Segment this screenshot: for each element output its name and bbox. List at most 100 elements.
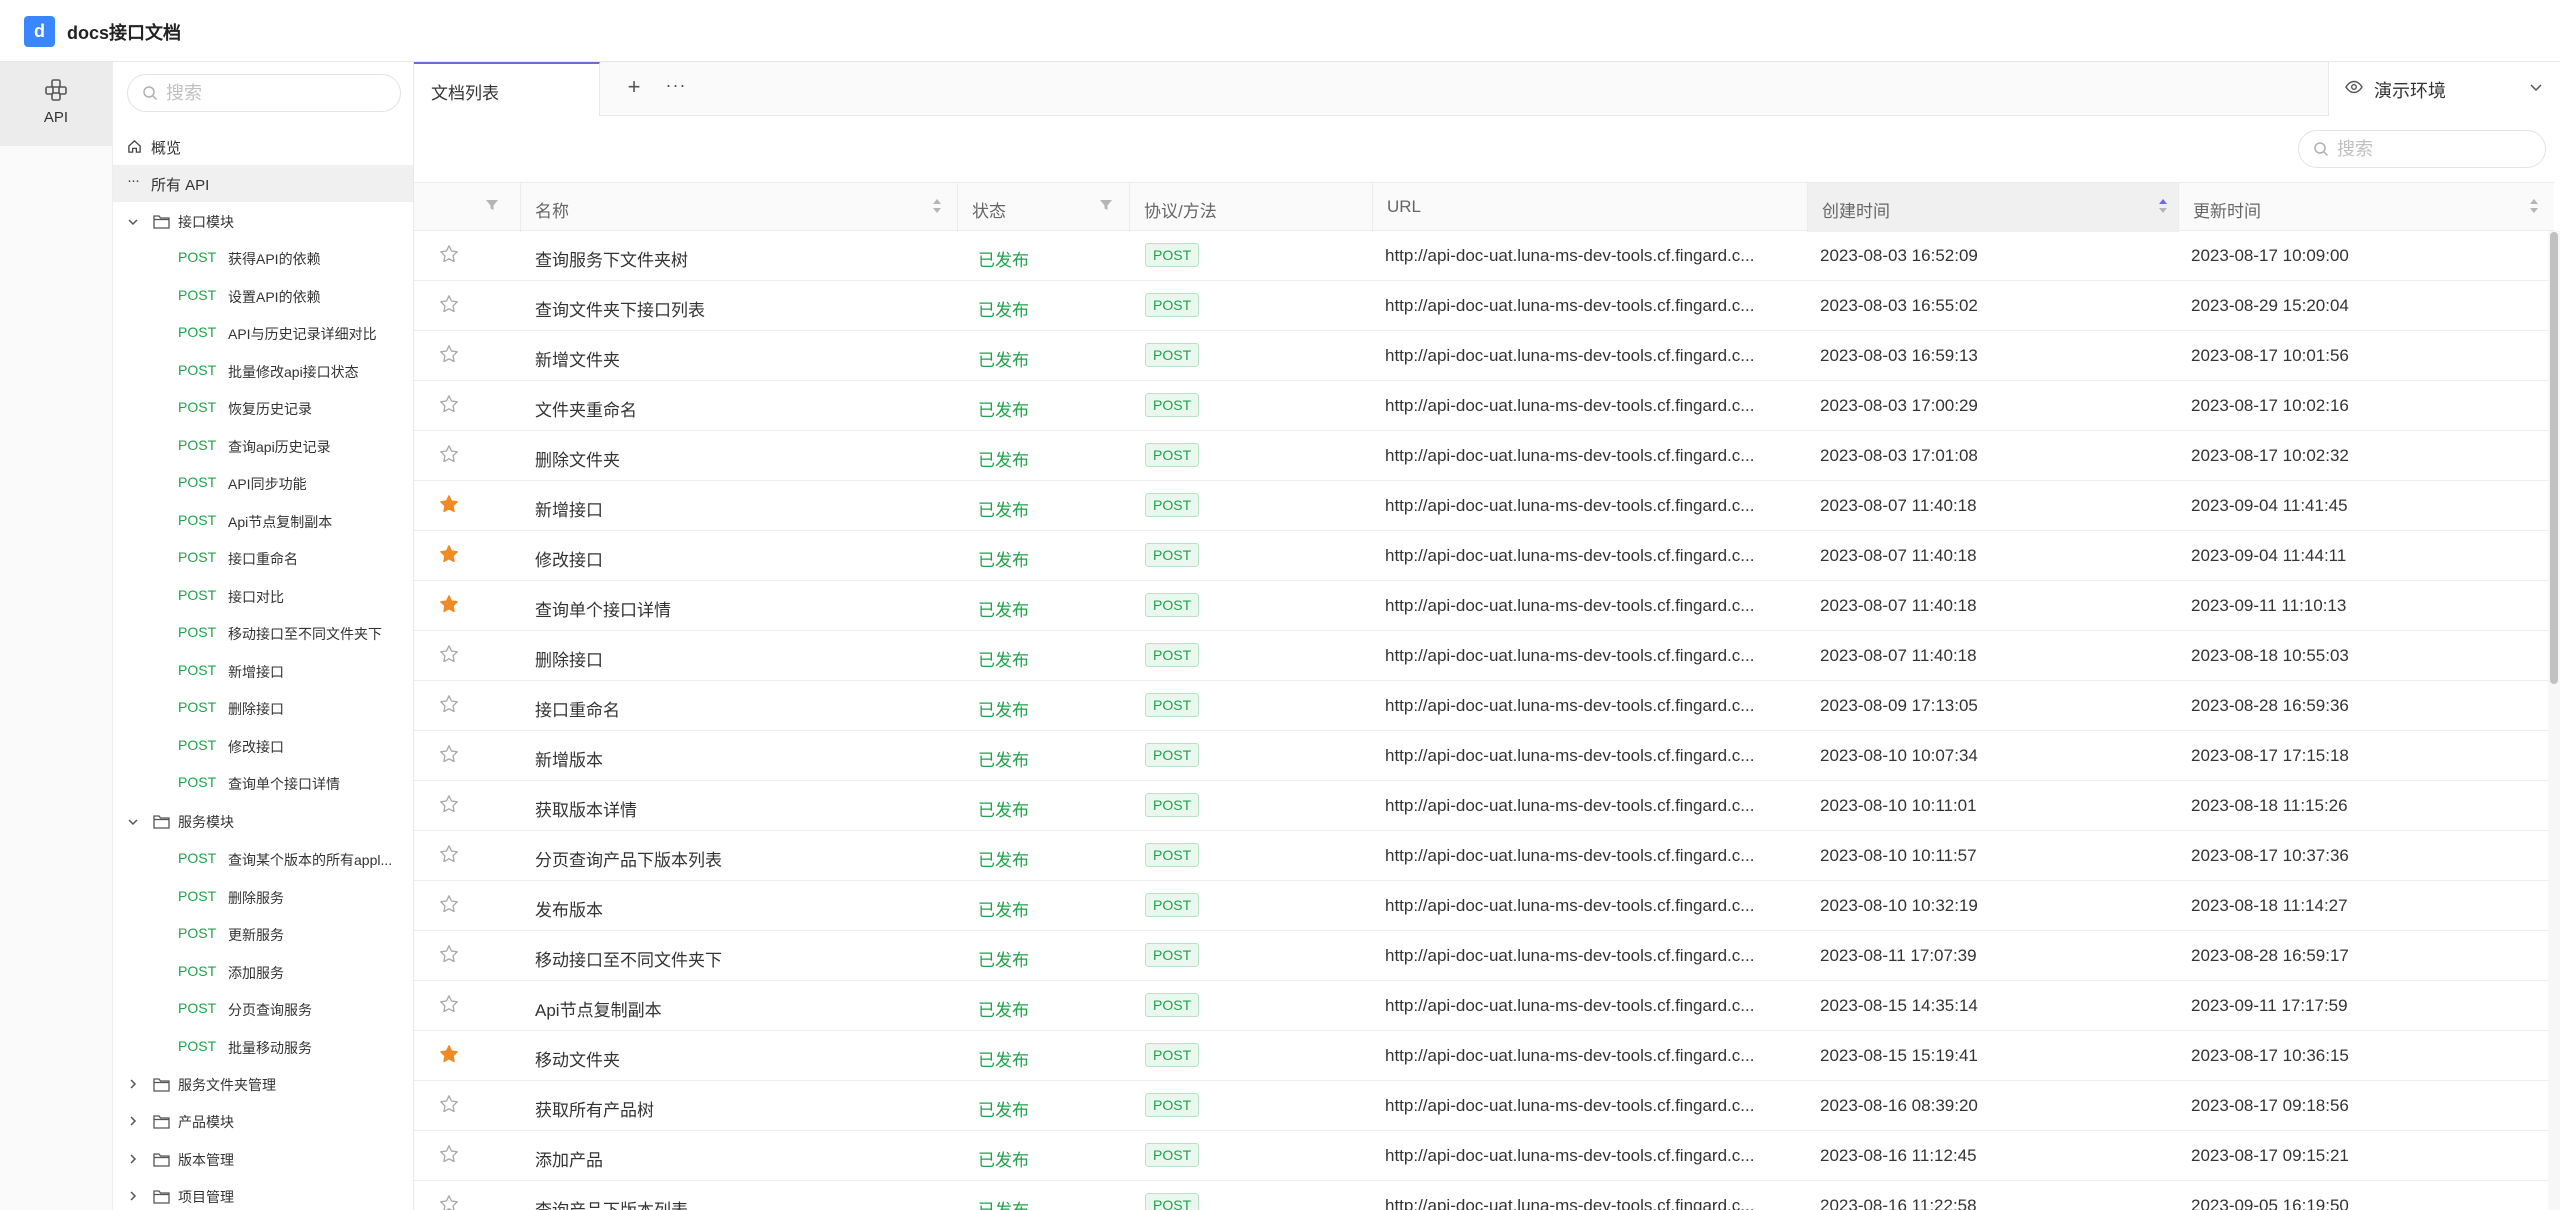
tree-api-item[interactable]: POST 获得API的依赖 <box>113 240 413 277</box>
th-created[interactable]: 创建时间 <box>1807 183 2178 232</box>
sort-icon[interactable] <box>2158 197 2168 215</box>
tree-api-item[interactable]: POST 接口对比 <box>113 578 413 615</box>
table-row[interactable]: 新增接口 已发布 POST http://api-doc-uat.luna-ms-de… <box>414 481 2554 531</box>
tree-folder-service-folder-mgmt[interactable]: 服务文件夹管理 <box>113 1066 413 1103</box>
tree-api-item[interactable]: POST 恢复历史记录 <box>113 390 413 427</box>
content-search-input[interactable] <box>2337 137 2527 161</box>
star-icon[interactable] <box>439 944 459 964</box>
table-row[interactable]: 查询服务下文件夹树 已发布 POST http://api-doc-uat.luna-… <box>414 231 2554 281</box>
cell-url: http://api-doc-uat.luna-ms-dev-tools.cf.… <box>1385 646 1755 665</box>
sort-icon[interactable] <box>932 197 942 215</box>
sidebar-search[interactable] <box>127 74 401 112</box>
table-row[interactable]: 删除文件夹 已发布 POST http://api-doc-uat.luna-ms-d… <box>414 431 2554 481</box>
star-icon[interactable] <box>439 1044 459 1064</box>
chevron-right-icon[interactable] <box>127 1190 139 1202</box>
tree-overview[interactable]: 概览 <box>113 128 413 165</box>
star-icon[interactable] <box>439 1144 459 1164</box>
table-row[interactable]: 新增文件夹 已发布 POST http://api-doc-uat.luna-ms-d… <box>414 331 2554 381</box>
star-icon[interactable] <box>439 644 459 664</box>
table-row[interactable]: 发布版本 已发布 POST http://api-doc-uat.luna-ms-de… <box>414 881 2554 931</box>
tree-folder-interface-module[interactable]: 接口模块 <box>113 203 413 240</box>
cell-method-badge: POST <box>1145 843 1200 867</box>
folder-label: 服务文件夹管理 <box>178 1077 276 1093</box>
filter-icon[interactable] <box>485 198 499 212</box>
table-row[interactable]: 分页查询产品下版本列表 已发布 POST http://api-doc-uat.lun… <box>414 831 2554 881</box>
scrollbar-thumb[interactable] <box>2550 232 2558 684</box>
th-name[interactable]: 名称 <box>520 183 957 232</box>
th-protocol[interactable]: 协议/方法 <box>1129 183 1372 232</box>
tree-folder-version-mgmt[interactable]: 版本管理 <box>113 1141 413 1178</box>
sidebar-search-input[interactable] <box>166 81 386 105</box>
star-icon[interactable] <box>439 394 459 414</box>
tree-all-api[interactable]: ··· 所有 API <box>113 165 413 202</box>
star-icon[interactable] <box>439 344 459 364</box>
tree-api-item[interactable]: POST 移动接口至不同文件夹下 <box>113 615 413 652</box>
tree-api-item[interactable]: POST 删除服务 <box>113 879 413 916</box>
app-logo[interactable]: d <box>24 16 55 47</box>
tree-api-item[interactable]: POST 更新服务 <box>113 916 413 953</box>
table-row[interactable]: 文件夹重命名 已发布 POST http://api-doc-uat.luna-ms-… <box>414 381 2554 431</box>
tree-folder-product-module[interactable]: 产品模块 <box>113 1103 413 1140</box>
star-icon[interactable] <box>439 544 459 564</box>
add-tab-button[interactable]: + <box>619 72 649 102</box>
star-icon[interactable] <box>439 244 459 264</box>
table-row[interactable]: 新增版本 已发布 POST http://api-doc-uat.luna-ms-de… <box>414 731 2554 781</box>
chevron-right-icon[interactable] <box>127 1078 139 1090</box>
tree-api-item[interactable]: POST 新增接口 <box>113 653 413 690</box>
table-row[interactable]: 查询单个接口详情 已发布 POST http://api-doc-uat.luna-m… <box>414 581 2554 631</box>
tree-api-item[interactable]: POST 查询单个接口详情 <box>113 765 413 802</box>
table-row[interactable]: 接口重命名 已发布 POST http://api-doc-uat.luna-ms-d… <box>414 681 2554 731</box>
tab-doc-list[interactable]: 文档列表 <box>414 62 600 116</box>
th-updated[interactable]: 更新时间 <box>2178 183 2554 232</box>
table-row[interactable]: 修改接口 已发布 POST http://api-doc-uat.luna-ms-de… <box>414 531 2554 581</box>
star-icon[interactable] <box>439 1194 459 1210</box>
star-icon[interactable] <box>439 794 459 814</box>
tab-more-button[interactable]: ··· <box>661 72 691 102</box>
star-icon[interactable] <box>439 994 459 1014</box>
rail-item-api[interactable]: API <box>0 62 112 146</box>
star-icon[interactable] <box>439 744 459 764</box>
table-row[interactable]: 查询文件夹下接口列表 已发布 POST http://api-doc-uat.luna… <box>414 281 2554 331</box>
filter-icon[interactable] <box>1099 198 1113 212</box>
table-row[interactable]: 移动文件夹 已发布 POST http://api-doc-uat.luna-ms-d… <box>414 1031 2554 1081</box>
tree-api-item[interactable]: POST Api节点复制副本 <box>113 503 413 540</box>
tree-api-item[interactable]: POST API与历史记录详细对比 <box>113 315 413 352</box>
table-row[interactable]: Api节点复制副本 已发布 POST http://api-doc-uat.luna-… <box>414 981 2554 1031</box>
tree-folder-service-module[interactable]: 服务模块 <box>113 803 413 840</box>
table-row[interactable]: 获取所有产品树 已发布 POST http://api-doc-uat.luna-ms… <box>414 1081 2554 1131</box>
tree-api-item[interactable]: POST 批量移动服务 <box>113 1029 413 1066</box>
content-search[interactable] <box>2298 130 2546 168</box>
th-url[interactable]: URL <box>1372 183 1807 232</box>
chevron-right-icon[interactable] <box>127 1115 139 1127</box>
chevron-down-icon[interactable] <box>127 816 139 828</box>
table-row[interactable]: 获取版本详情 已发布 POST http://api-doc-uat.luna-ms-… <box>414 781 2554 831</box>
table-row[interactable]: 移动接口至不同文件夹下 已发布 POST http://api-doc-uat.lun… <box>414 931 2554 981</box>
tree-folder-project-mgmt[interactable]: 项目管理 <box>113 1178 413 1210</box>
star-icon[interactable] <box>439 1094 459 1114</box>
tree-api-item[interactable]: POST 查询api历史记录 <box>113 428 413 465</box>
star-icon[interactable] <box>439 694 459 714</box>
tree-api-item[interactable]: POST 接口重命名 <box>113 540 413 577</box>
tree-api-item[interactable]: POST 批量修改api接口状态 <box>113 353 413 390</box>
table-row[interactable]: 删除接口 已发布 POST http://api-doc-uat.luna-ms-de… <box>414 631 2554 681</box>
chevron-down-icon[interactable] <box>127 216 139 228</box>
table-row[interactable]: 查询产品下版本列表 已发布 POST http://api-doc-uat.luna-… <box>414 1181 2554 1210</box>
star-icon[interactable] <box>439 894 459 914</box>
tree-api-item[interactable]: POST 设置API的依赖 <box>113 278 413 315</box>
chevron-right-icon[interactable] <box>127 1153 139 1165</box>
tree-api-item[interactable]: POST 查询某个版本的所有appl... <box>113 841 413 878</box>
th-status[interactable]: 状态 <box>957 183 1129 232</box>
tree-api-item[interactable]: POST API同步功能 <box>113 465 413 502</box>
star-icon[interactable] <box>439 444 459 464</box>
tree-api-item[interactable]: POST 分页查询服务 <box>113 991 413 1028</box>
star-icon[interactable] <box>439 594 459 614</box>
star-icon[interactable] <box>439 844 459 864</box>
tree-api-item[interactable]: POST 删除接口 <box>113 690 413 727</box>
sort-icon[interactable] <box>2529 197 2539 215</box>
tree-api-item[interactable]: POST 修改接口 <box>113 728 413 765</box>
star-icon[interactable] <box>439 494 459 514</box>
star-icon[interactable] <box>439 294 459 314</box>
environment-select[interactable]: 演示环境 <box>2328 62 2560 116</box>
tree-api-item[interactable]: POST 添加服务 <box>113 954 413 991</box>
table-row[interactable]: 添加产品 已发布 POST http://api-doc-uat.luna-ms-de… <box>414 1131 2554 1181</box>
